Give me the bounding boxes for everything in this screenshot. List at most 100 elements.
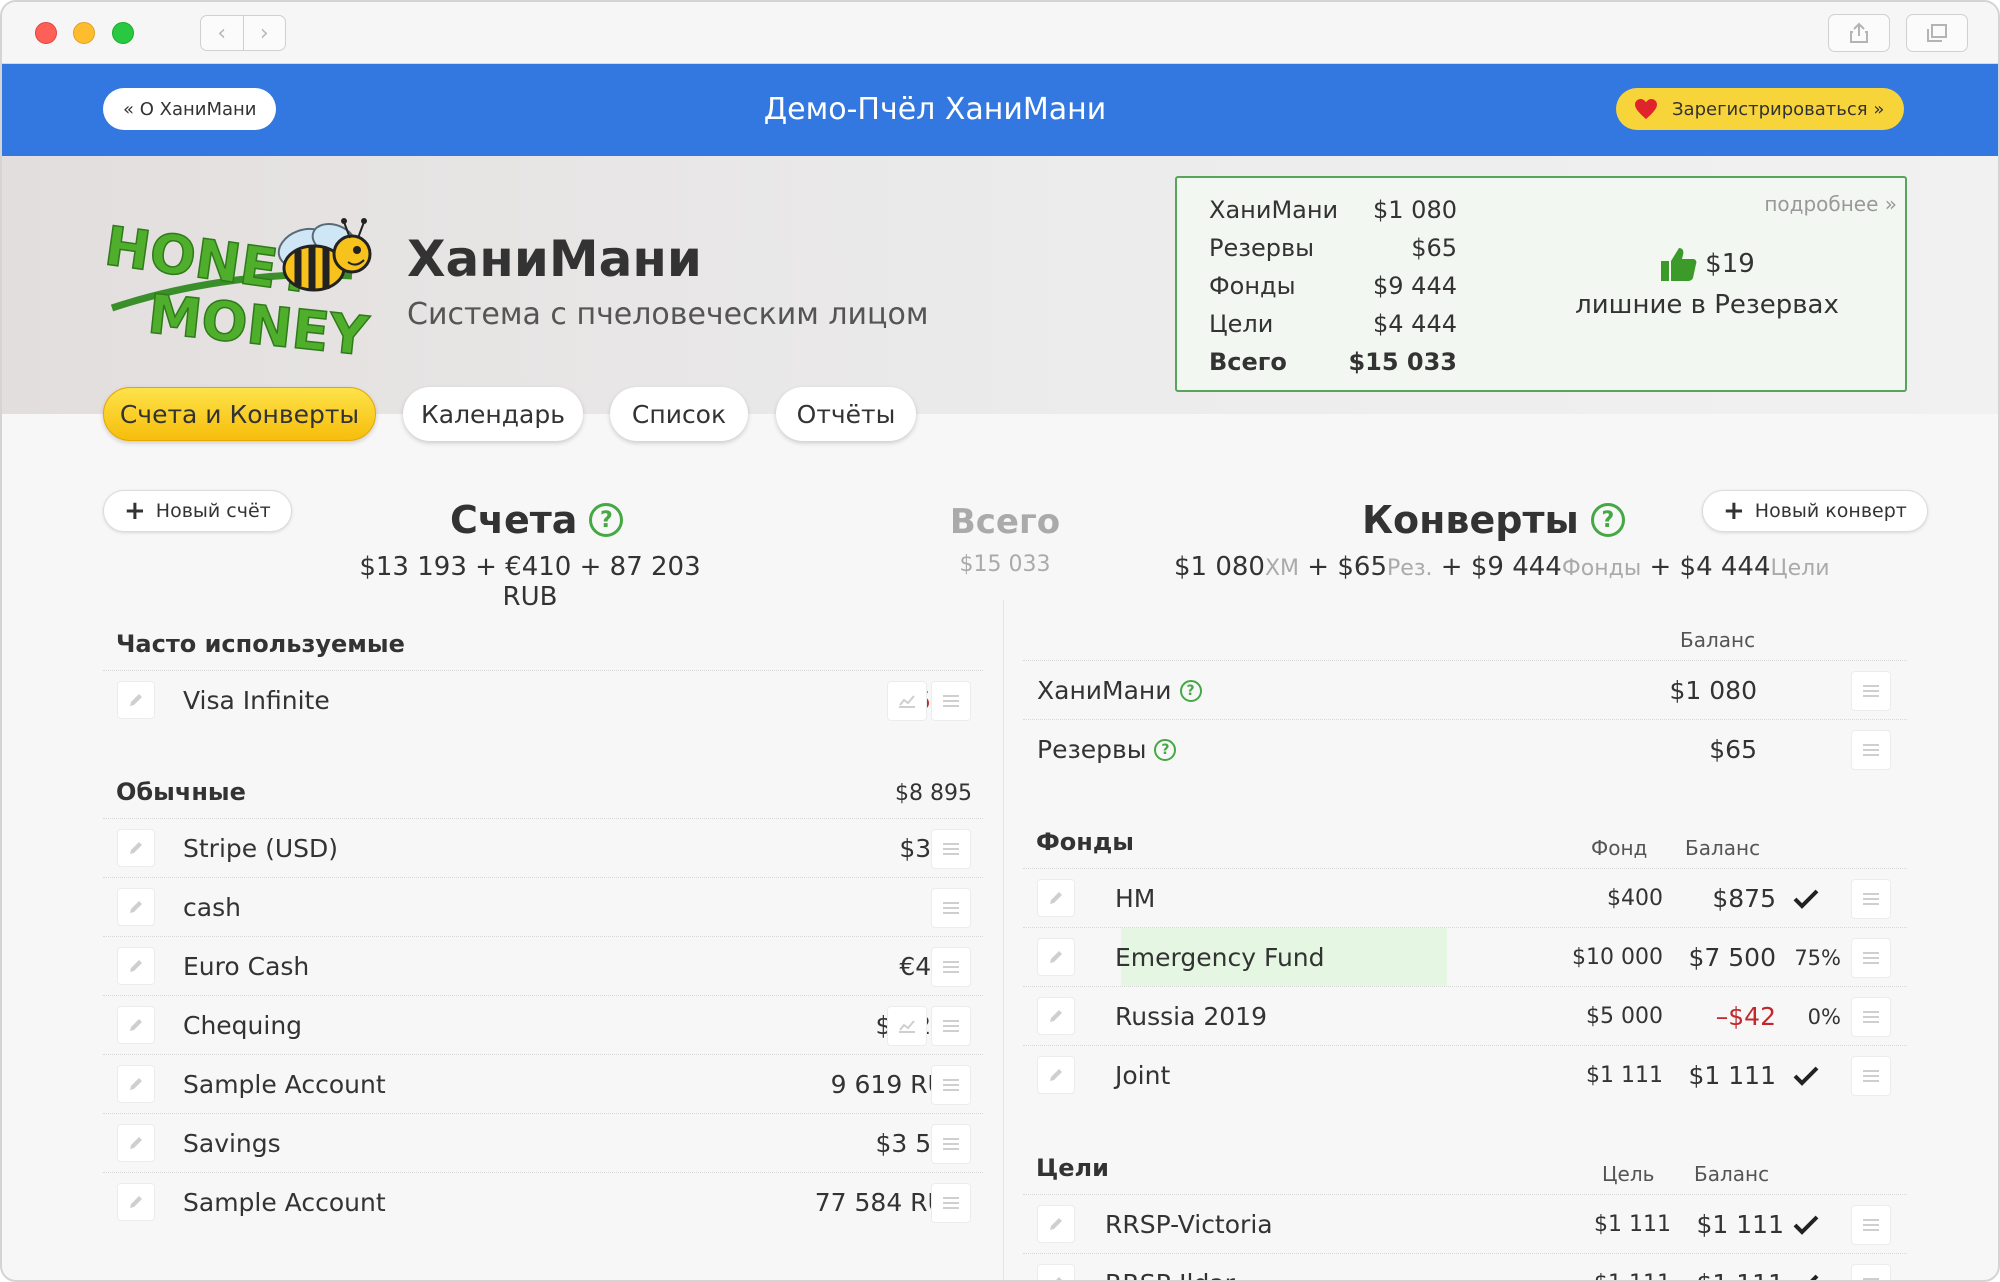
edit-pencil-icon[interactable]: [1037, 879, 1075, 917]
edit-pencil-icon[interactable]: [1037, 938, 1075, 976]
list-icon[interactable]: [931, 947, 971, 987]
account-name: Visa Infinite: [183, 686, 330, 715]
account-row[interactable]: Visa Infinite –$528: [103, 670, 983, 729]
reserve-surplus: $19 лишние в Резервах: [1557, 244, 1857, 320]
new-account-button[interactable]: + Новый счёт: [103, 490, 292, 532]
account-row[interactable]: Savings $3 507: [103, 1113, 983, 1172]
list-icon[interactable]: [931, 1006, 971, 1046]
account-row[interactable]: Stripe (USD) $306: [103, 818, 983, 877]
close-window-button[interactable]: [35, 22, 57, 44]
edit-pencil-icon[interactable]: [117, 681, 155, 719]
list-icon[interactable]: [1851, 879, 1891, 919]
account-balance: 9 619 RUB: [830, 1070, 963, 1099]
account-name: Sample Account: [183, 1188, 386, 1217]
thumbs-up-icon: [1661, 248, 1697, 281]
edit-pencil-icon[interactable]: [1037, 1056, 1075, 1094]
plus-icon: +: [124, 496, 146, 526]
fund-percent: 0%: [1807, 1004, 1841, 1029]
fund-row[interactable]: Emergency Fund $10 000 $7 500 75%: [1023, 927, 1907, 987]
list-icon[interactable]: [931, 1124, 971, 1164]
list-icon[interactable]: [1851, 1205, 1891, 1245]
fund-column-header: Фонд: [1591, 836, 1648, 860]
envelope-row[interactable]: ХаниМани? $1 080: [1023, 660, 1907, 719]
fund-target: $5 000: [1586, 1004, 1663, 1029]
tab-reports[interactable]: Отчёты: [776, 387, 916, 441]
tabs-overview-button[interactable]: [1906, 14, 1968, 52]
fund-row[interactable]: HM $400 $875: [1023, 868, 1907, 927]
list-icon[interactable]: [931, 1183, 971, 1223]
edit-pencil-icon[interactable]: [117, 1065, 155, 1103]
goal-row[interactable]: RRSP-Victoria $1 111 $1 111: [1023, 1194, 1907, 1253]
account-balance: $306: [703, 819, 963, 878]
edit-pencil-icon[interactable]: [117, 829, 155, 867]
history-nav: ‹ ›: [200, 15, 286, 51]
edit-pencil-icon[interactable]: [1037, 1205, 1075, 1243]
chart-icon[interactable]: [887, 681, 927, 721]
account-name: Savings: [183, 1129, 281, 1158]
edit-pencil-icon[interactable]: [1037, 997, 1075, 1035]
envelope-balance: $65: [1709, 735, 1757, 764]
list-icon[interactable]: [931, 829, 971, 869]
demo-title: Демо-Пчёл ХаниМани: [763, 91, 1107, 127]
fund-balance: –$42: [1715, 1002, 1776, 1031]
app-title: ХаниМани: [407, 230, 702, 288]
zoom-window-button[interactable]: [112, 22, 134, 44]
list-icon[interactable]: [1851, 730, 1891, 770]
list-icon[interactable]: [1851, 1056, 1891, 1096]
fund-row[interactable]: Joint $1 111 $1 111: [1023, 1045, 1907, 1104]
edit-pencil-icon[interactable]: [117, 888, 155, 926]
balance-column-header: Баланс: [1685, 836, 1761, 860]
envelope-row[interactable]: Резервы? $65: [1023, 719, 1907, 778]
account-row[interactable]: Chequing $3 242: [103, 995, 983, 1054]
envelope-name: ХаниМани?: [1037, 661, 1202, 720]
new-account-label: Новый счёт: [155, 500, 271, 522]
help-icon[interactable]: ?: [1590, 503, 1625, 537]
account-row[interactable]: Sample Account 77 584 RUB: [103, 1172, 983, 1231]
back-arrow-icon[interactable]: ‹: [201, 16, 243, 50]
heart-icon: [1635, 99, 1657, 119]
edit-pencil-icon[interactable]: [117, 947, 155, 985]
list-icon[interactable]: [1851, 997, 1891, 1037]
account-name: cash: [183, 893, 241, 922]
honeymoney-logo: HONEY MONEY: [100, 200, 372, 369]
total-value: $15 033: [959, 552, 1051, 577]
help-icon[interactable]: ?: [589, 503, 624, 537]
list-icon[interactable]: [931, 681, 971, 721]
summary-row: Резервы $65: [1209, 234, 1457, 262]
forward-arrow-icon[interactable]: ›: [242, 16, 286, 50]
share-icon: [1850, 22, 1868, 43]
account-balance: €410: [703, 937, 963, 996]
accounts-title-text: Счета: [450, 498, 578, 542]
account-row[interactable]: Sample Account 9 619 RUB: [103, 1054, 983, 1113]
register-button[interactable]: Зарегистрироваться »: [1616, 88, 1905, 130]
help-icon[interactable]: ?: [1179, 679, 1202, 702]
fund-target: $1 111: [1586, 1063, 1663, 1088]
plus-icon: +: [1723, 496, 1745, 526]
new-envelope-button[interactable]: + Новый конверт: [1702, 490, 1928, 532]
chart-icon[interactable]: [887, 1006, 927, 1046]
accounts-subtotal: $13 193 + €410 + 87 203 RUB: [359, 552, 701, 612]
account-row[interactable]: Euro Cash €410: [103, 936, 983, 995]
tab-calendar[interactable]: Календарь: [403, 387, 583, 441]
tab-accounts-envelopes[interactable]: Счета и Конверты: [103, 387, 376, 441]
edit-pencil-icon[interactable]: [117, 1006, 155, 1044]
summary-more-link[interactable]: подробнее »: [1764, 192, 1897, 216]
list-icon[interactable]: [1851, 671, 1891, 711]
help-icon[interactable]: ?: [1154, 738, 1177, 761]
list-icon[interactable]: [1851, 1264, 1891, 1280]
fund-name: Russia 2019: [1115, 1002, 1267, 1031]
tabs-icon: [1927, 24, 1947, 42]
list-icon[interactable]: [931, 888, 971, 928]
list-icon[interactable]: [931, 1065, 971, 1105]
edit-pencil-icon[interactable]: [117, 1124, 155, 1162]
funds-title: Фонды: [1036, 828, 1134, 856]
tab-list[interactable]: Список: [610, 387, 748, 441]
edit-pencil-icon[interactable]: [117, 1183, 155, 1221]
list-icon[interactable]: [1851, 938, 1891, 978]
share-button[interactable]: [1828, 14, 1890, 52]
edit-pencil-icon[interactable]: [1037, 1264, 1075, 1280]
fund-row[interactable]: Russia 2019 $5 000 –$42 0%: [1023, 986, 1907, 1045]
minimize-window-button[interactable]: [73, 22, 95, 44]
account-row[interactable]: cash $0: [103, 877, 983, 936]
goal-row[interactable]: RRSP-Ildar $1 111 $1 111: [1023, 1253, 1907, 1280]
